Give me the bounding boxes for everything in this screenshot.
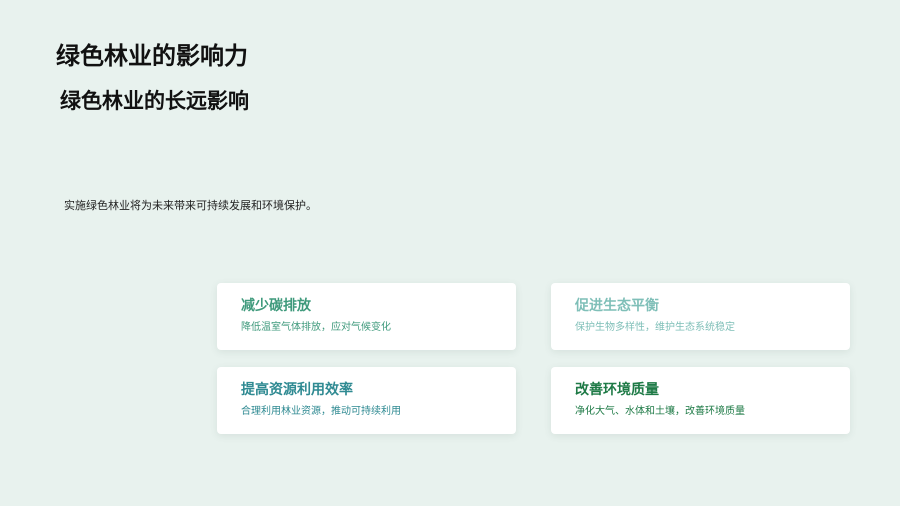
card-resource-efficiency: 提高资源利用效率 合理利用林业资源，推动可持续利用 — [217, 367, 516, 434]
card-title: 改善环境质量 — [575, 382, 659, 398]
card-description: 净化大气、水体和土壤，改善环境质量 — [575, 406, 745, 417]
card-title: 提高资源利用效率 — [241, 382, 353, 398]
page-subtitle: 绿色林业的长远影响 — [60, 89, 249, 113]
card-description: 保护生物多样性，维护生态系统稳定 — [575, 322, 735, 333]
intro-text: 实施绿色林业将为未来带来可持续发展和环境保护。 — [64, 199, 317, 212]
card-reduce-carbon: 减少碳排放 降低温室气体排放，应对气候变化 — [217, 283, 516, 350]
card-description: 合理利用林业资源，推动可持续利用 — [241, 406, 401, 417]
card-ecological-balance: 促进生态平衡 保护生物多样性，维护生态系统稳定 — [551, 283, 850, 350]
card-title: 促进生态平衡 — [575, 298, 659, 314]
card-title: 减少碳排放 — [241, 298, 311, 314]
page-title: 绿色林业的影响力 — [56, 42, 248, 70]
card-environment-quality: 改善环境质量 净化大气、水体和土壤，改善环境质量 — [551, 367, 850, 434]
card-description: 降低温室气体排放，应对气候变化 — [241, 322, 391, 333]
